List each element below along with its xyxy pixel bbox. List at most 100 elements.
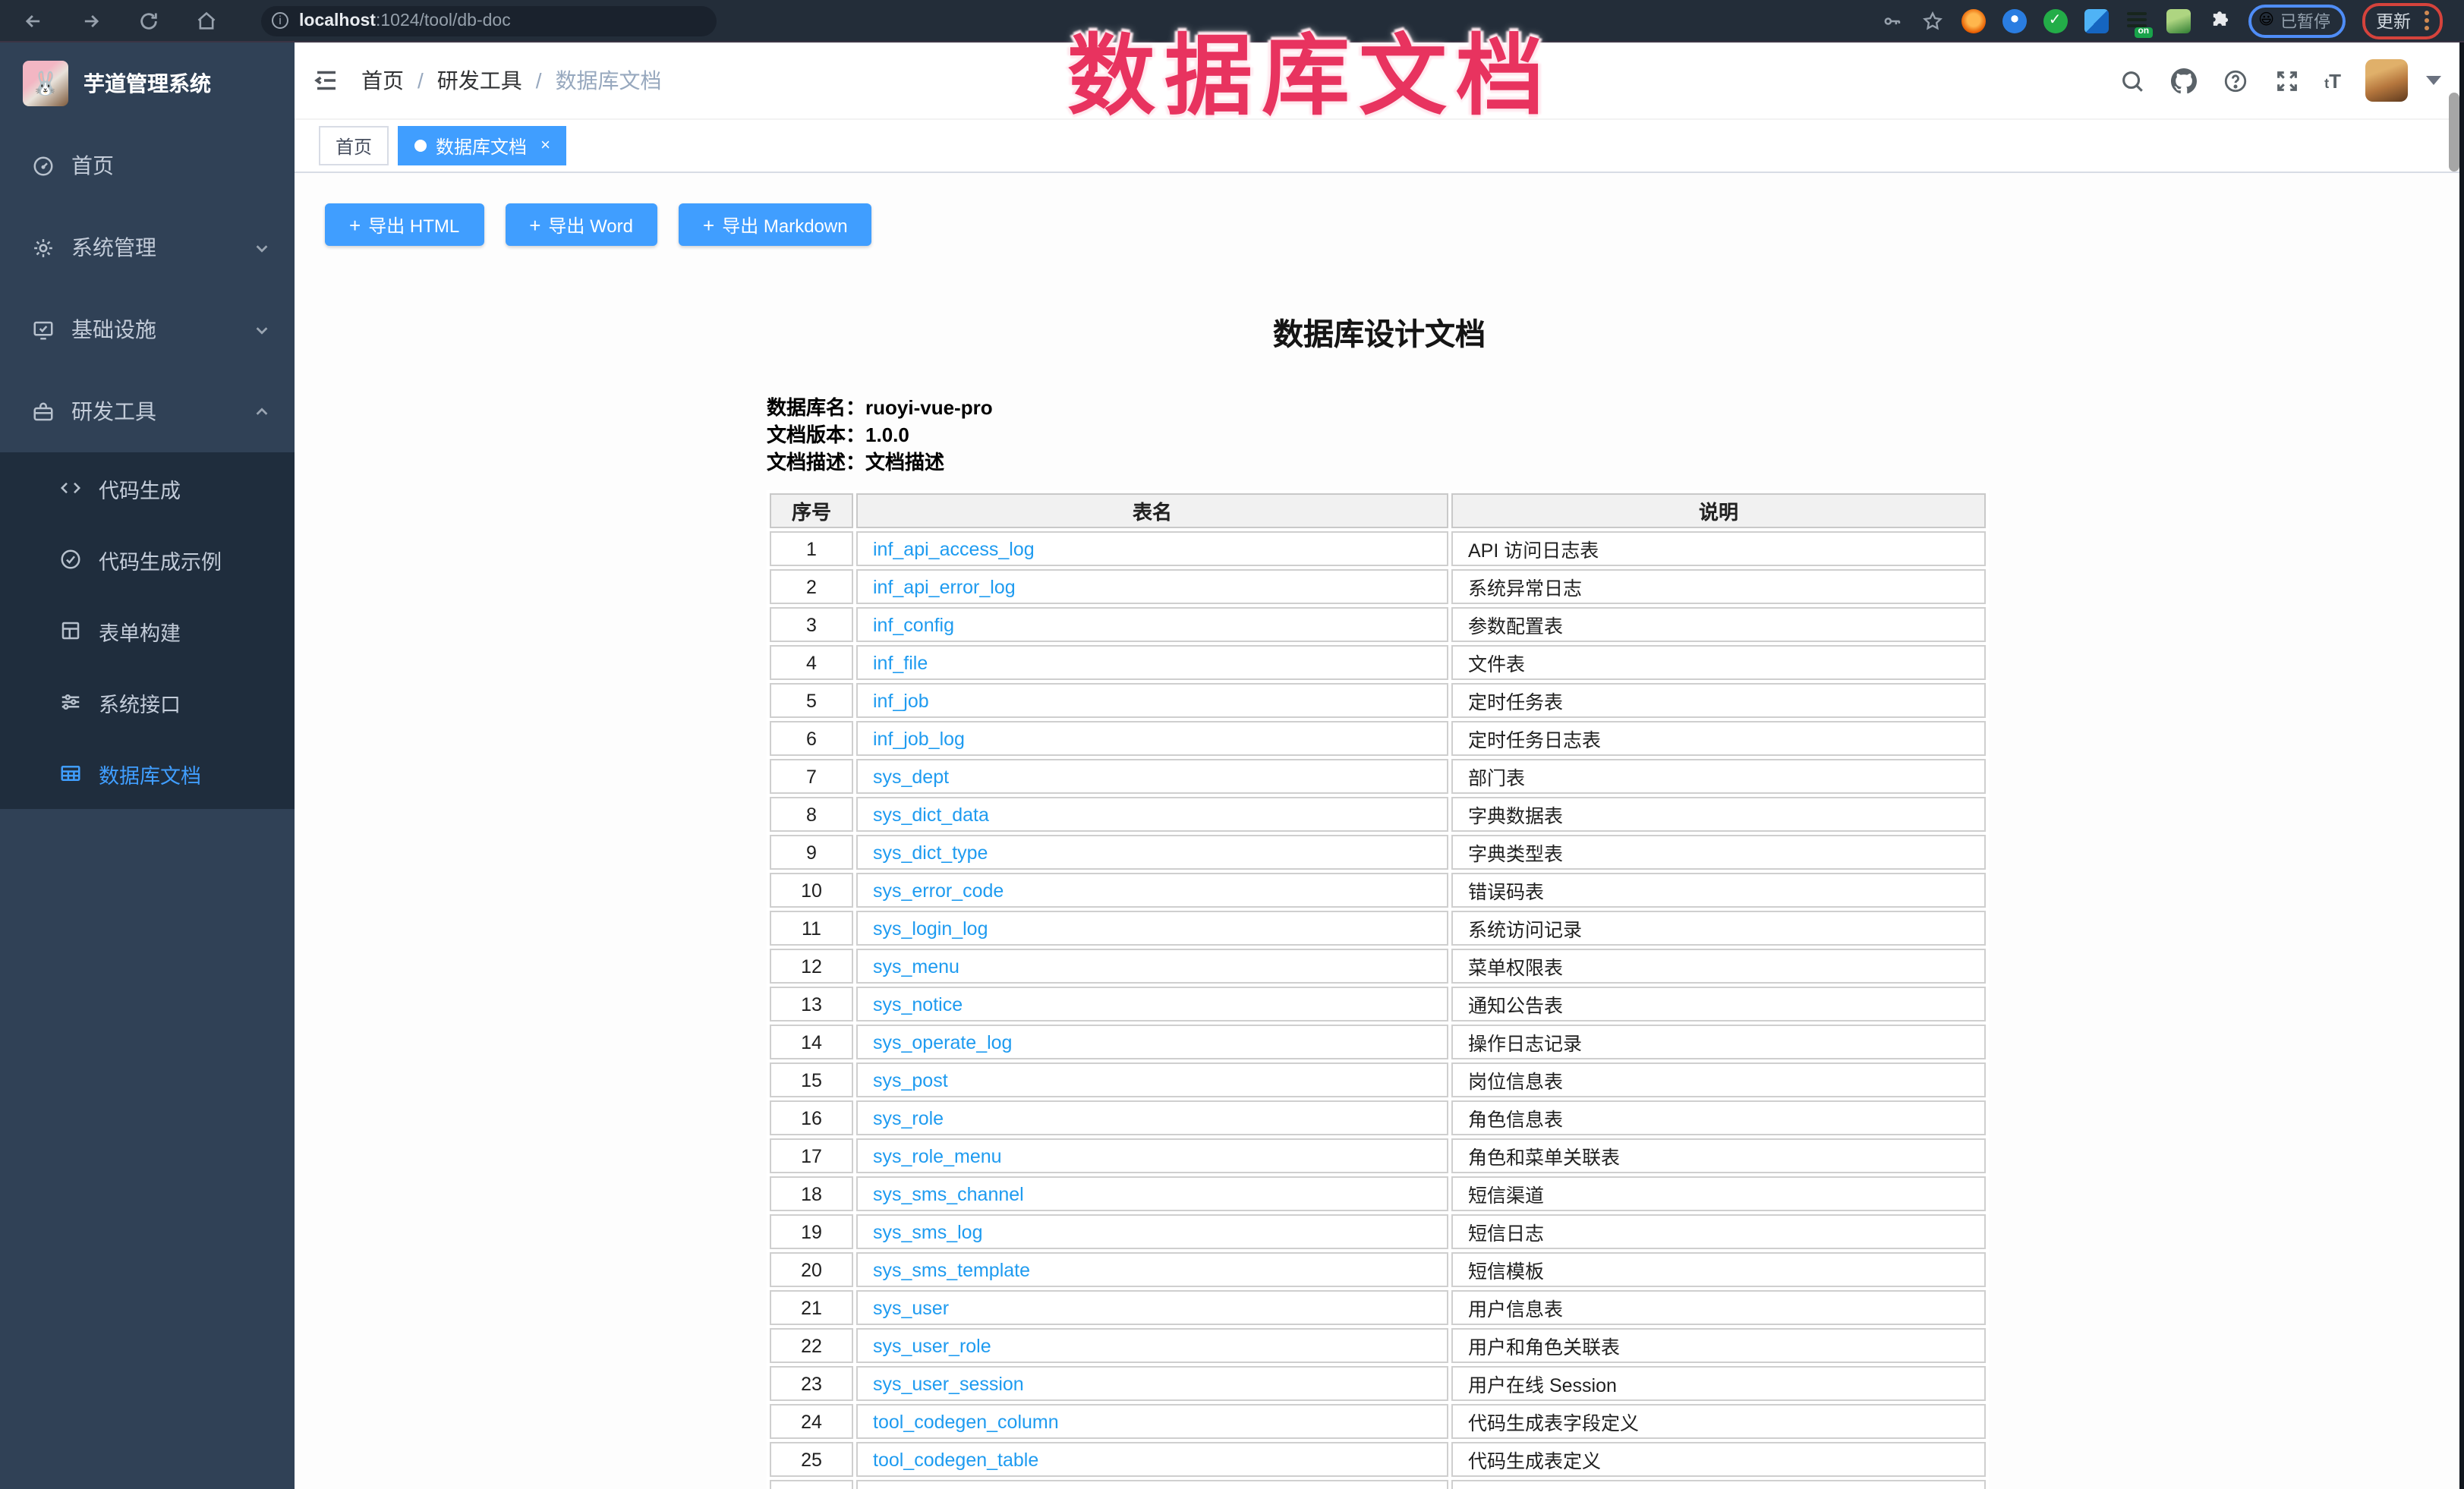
sidebar-item-label: 代码生成示例 bbox=[99, 544, 222, 575]
table-name-link[interactable]: sys_sms_log bbox=[873, 1221, 983, 1242]
table-name-link[interactable]: sys_post bbox=[873, 1069, 948, 1091]
table-name-link[interactable]: sys_user bbox=[873, 1297, 949, 1318]
avatar-caret-icon[interactable] bbox=[2426, 76, 2441, 85]
table-row: 22sys_user_role用户和角色关联表 bbox=[770, 1328, 1986, 1363]
search-icon[interactable] bbox=[2118, 67, 2145, 94]
check-circle-icon bbox=[58, 547, 82, 571]
table-name-link[interactable]: sys_error_code bbox=[873, 880, 1004, 901]
extensions-puzzle-icon[interactable] bbox=[2207, 8, 2231, 33]
export-markdown-button[interactable]: + 导出 Markdown bbox=[679, 203, 872, 246]
table-name-link[interactable]: tool_codegen_column bbox=[873, 1411, 1059, 1432]
table-name-link[interactable]: sys_user_role bbox=[873, 1335, 991, 1356]
sidebar-item-infra[interactable]: 基础设施 bbox=[0, 288, 295, 370]
table-name-link[interactable]: inf_job_log bbox=[873, 728, 965, 749]
row-index-cell: 22 bbox=[770, 1328, 853, 1363]
table-row: 11sys_login_log系统访问记录 bbox=[770, 911, 1986, 946]
row-name-cell: inf_job_log bbox=[856, 721, 1448, 756]
export-html-button[interactable]: + 导出 HTML bbox=[325, 203, 484, 246]
table-row: 1inf_api_access_logAPI 访问日志表 bbox=[770, 531, 1986, 566]
sidebar-item-devtools[interactable]: 研发工具 bbox=[0, 370, 295, 452]
table-name-link[interactable]: sys_notice bbox=[873, 993, 963, 1015]
table-name-link[interactable]: sys_role_menu bbox=[873, 1145, 1002, 1166]
table-name-link[interactable]: sys_sms_template bbox=[873, 1259, 1030, 1280]
github-icon[interactable] bbox=[2169, 67, 2197, 94]
export-word-label: 导出 Word bbox=[548, 212, 633, 238]
table-name-link[interactable]: inf_file bbox=[873, 652, 928, 673]
row-index-cell: 12 bbox=[770, 949, 853, 984]
site-info-icon[interactable]: i bbox=[272, 12, 288, 29]
row-desc-cell: 代码生成表字段定义 bbox=[1451, 1404, 1986, 1439]
menu-fold-icon[interactable] bbox=[313, 67, 340, 94]
table-name-link[interactable]: inf_config bbox=[873, 614, 954, 635]
sidebar-item-db-doc[interactable]: 数据库文档 bbox=[0, 738, 295, 809]
tab-close-icon[interactable]: × bbox=[540, 137, 550, 155]
tab-db-doc[interactable]: 数据库文档 × bbox=[398, 126, 567, 165]
row-index-cell: 13 bbox=[770, 987, 853, 1022]
row-index-cell: 7 bbox=[770, 759, 853, 794]
breadcrumb-separator: / bbox=[536, 68, 542, 93]
font-size-icon[interactable]: tT bbox=[2324, 69, 2341, 92]
table-name-link[interactable]: sys_dept bbox=[873, 766, 949, 787]
extension-icon-check[interactable]: ✓ bbox=[2043, 8, 2067, 33]
table-name-link[interactable]: sys_login_log bbox=[873, 918, 988, 939]
browser-forward-icon[interactable] bbox=[79, 8, 103, 33]
row-desc-cell: 部门表 bbox=[1451, 759, 1986, 794]
meta-doc-version: 文档版本：1.0.0 bbox=[767, 422, 2464, 449]
help-icon[interactable] bbox=[2221, 67, 2248, 94]
app-root: i localhost:1024/tool/db-doc ✓ on 😃 bbox=[0, 0, 2464, 1489]
breadcrumb-home[interactable]: 首页 bbox=[361, 65, 404, 96]
row-index-cell: 16 bbox=[770, 1100, 853, 1135]
row-desc-cell: 用户信息表 bbox=[1451, 1290, 1986, 1325]
sidebar-item-label: 数据库文档 bbox=[99, 758, 201, 789]
sidebar-item-codegen[interactable]: 代码生成 bbox=[0, 452, 295, 524]
table-name-link[interactable]: sys_role bbox=[873, 1107, 944, 1129]
table-name-link[interactable]: inf_api_access_log bbox=[873, 538, 1035, 559]
table-name-link[interactable]: tool_codegen_table bbox=[873, 1449, 1038, 1470]
row-index-cell: 15 bbox=[770, 1062, 853, 1097]
browser-back-icon[interactable] bbox=[21, 8, 46, 33]
breadcrumb-devtools[interactable]: 研发工具 bbox=[437, 65, 522, 96]
sidebar-item-system-api[interactable]: 系统接口 bbox=[0, 666, 295, 738]
row-desc-cell: 角色信息表 bbox=[1451, 1100, 1986, 1135]
browser-reload-icon[interactable] bbox=[137, 8, 161, 33]
fullscreen-icon[interactable] bbox=[2273, 67, 2300, 94]
row-desc-cell: API 访问日志表 bbox=[1451, 531, 1986, 566]
password-key-icon[interactable] bbox=[1879, 8, 1903, 33]
sidebar-item-system[interactable]: 系统管理 bbox=[0, 206, 295, 288]
row-index-cell: 9 bbox=[770, 835, 853, 870]
export-word-button[interactable]: + 导出 Word bbox=[505, 203, 657, 246]
table-name-link[interactable]: sys_menu bbox=[873, 955, 959, 977]
table-name-link[interactable]: sys_dict_data bbox=[873, 804, 989, 825]
extension-icon-green[interactable] bbox=[2166, 8, 2190, 33]
scrollbar-thumb[interactable] bbox=[2449, 93, 2459, 172]
table-name-link[interactable]: inf_api_error_log bbox=[873, 576, 1016, 597]
extension-icon-grid[interactable] bbox=[2084, 8, 2108, 33]
table-name-link[interactable]: inf_job bbox=[873, 690, 929, 711]
table-row: 2inf_api_error_log系统异常日志 bbox=[770, 569, 1986, 604]
bookmark-star-icon[interactable] bbox=[1920, 8, 1944, 33]
table-row: 14sys_operate_log操作日志记录 bbox=[770, 1025, 1986, 1059]
profile-paused-pill[interactable]: 😃 已暂停 bbox=[2248, 4, 2346, 37]
sidebar-item-form-builder[interactable]: 表单构建 bbox=[0, 595, 295, 666]
table-row: 19sys_sms_log短信日志 bbox=[770, 1214, 1986, 1249]
extension-icon-orange[interactable] bbox=[1961, 8, 1985, 33]
user-avatar[interactable] bbox=[2365, 59, 2408, 102]
table-name-link[interactable]: sys_sms_channel bbox=[873, 1183, 1024, 1204]
sidebar-logo-row[interactable]: 🐰 芋道管理系统 bbox=[0, 42, 295, 124]
row-name-cell: inf_api_access_log bbox=[856, 531, 1448, 566]
row-index-cell: 23 bbox=[770, 1366, 853, 1401]
address-bar[interactable]: i localhost:1024/tool/db-doc bbox=[261, 5, 717, 36]
chrome-menu-icon[interactable] bbox=[2425, 11, 2429, 30]
app-logo: 🐰 bbox=[23, 61, 68, 106]
tab-home[interactable]: 首页 bbox=[319, 126, 389, 165]
row-index-cell: 19 bbox=[770, 1214, 853, 1249]
sidebar-item-codegen-demo[interactable]: 代码生成示例 bbox=[0, 524, 295, 595]
table-name-link[interactable]: sys_operate_log bbox=[873, 1031, 1012, 1053]
extension-icon-pin[interactable] bbox=[2002, 8, 2026, 33]
table-name-link[interactable]: sys_user_session bbox=[873, 1373, 1024, 1394]
sidebar-item-home[interactable]: 首页 bbox=[0, 124, 295, 206]
extension-icon-switch[interactable]: on bbox=[2125, 8, 2149, 33]
browser-home-icon[interactable] bbox=[194, 8, 219, 33]
table-name-link[interactable]: sys_dict_type bbox=[873, 842, 988, 863]
browser-update-button[interactable]: 更新 bbox=[2362, 2, 2443, 39]
